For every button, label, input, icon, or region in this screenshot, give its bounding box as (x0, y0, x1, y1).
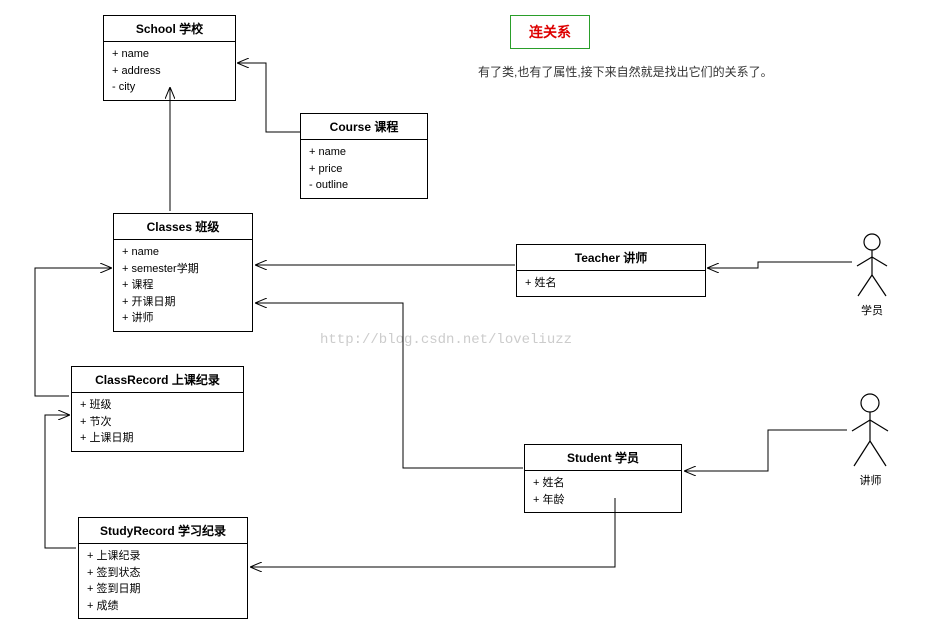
uml-class-teacher-body: + 姓名 (517, 271, 705, 296)
uml-attr: + 姓名 (525, 275, 697, 292)
uml-attr: + price (309, 161, 419, 178)
uml-attr: + 成绩 (87, 598, 239, 615)
uml-class-student-body: + 姓名 + 年龄 (525, 471, 681, 512)
actor-student: 学员 (853, 233, 891, 318)
stick-figure-icon (853, 233, 891, 298)
uml-attr: + 班级 (80, 397, 235, 414)
uml-attr: + 上课日期 (80, 430, 235, 447)
uml-class-studyrecord-body: + 上课纪录 + 签到状态 + 签到日期 + 成绩 (79, 544, 247, 618)
uml-attr: + address (112, 63, 227, 80)
uml-attr: + name (309, 144, 419, 161)
uml-attr: + semester学期 (122, 261, 244, 278)
actor-student-label: 学员 (861, 302, 883, 318)
uml-class-school-body: + name + address - city (104, 42, 235, 100)
uml-class-student-header: Student 学员 (525, 445, 681, 471)
description-text: 有了类,也有了属性,接下来自然就是找出它们的关系了。 (478, 63, 773, 80)
uml-class-studyrecord-header: StudyRecord 学习纪录 (79, 518, 247, 544)
uml-attr: + 年龄 (533, 492, 673, 509)
uml-class-course-header: Course 课程 (301, 114, 427, 140)
uml-attr: + 开课日期 (122, 294, 244, 311)
uml-class-classes: Classes 班级 + name + semester学期 + 课程 + 开课… (113, 213, 253, 332)
title-text: 连关系 (529, 24, 571, 40)
watermark-text: http://blog.csdn.net/loveliuzz (320, 332, 572, 348)
uml-class-studyrecord: StudyRecord 学习纪录 + 上课纪录 + 签到状态 + 签到日期 + … (78, 517, 248, 619)
uml-class-school: School 学校 + name + address - city (103, 15, 236, 101)
uml-attr: + 上课纪录 (87, 548, 239, 565)
title-box: 连关系 (510, 15, 590, 49)
uml-class-classes-header: Classes 班级 (114, 214, 252, 240)
uml-attr: + 课程 (122, 277, 244, 294)
uml-class-classes-body: + name + semester学期 + 课程 + 开课日期 + 讲师 (114, 240, 252, 331)
stick-figure-icon (848, 393, 893, 468)
uml-class-classrecord: ClassRecord 上课纪录 + 班级 + 节次 + 上课日期 (71, 366, 244, 452)
uml-attr: + 签到日期 (87, 581, 239, 598)
uml-class-course: Course 课程 + name + price - outline (300, 113, 428, 199)
uml-class-classrecord-header: ClassRecord 上课纪录 (72, 367, 243, 393)
uml-attr: + 签到状态 (87, 565, 239, 582)
uml-attr: + 姓名 (533, 475, 673, 492)
uml-class-teacher: Teacher 讲师 + 姓名 (516, 244, 706, 297)
uml-class-course-body: + name + price - outline (301, 140, 427, 198)
uml-attr: - city (112, 79, 227, 96)
uml-attr: - outline (309, 177, 419, 194)
uml-attr: + 节次 (80, 414, 235, 431)
uml-class-teacher-header: Teacher 讲师 (517, 245, 705, 271)
uml-class-school-header: School 学校 (104, 16, 235, 42)
uml-attr: + 讲师 (122, 310, 244, 327)
uml-class-classrecord-body: + 班级 + 节次 + 上课日期 (72, 393, 243, 451)
actor-teacher-label: 讲师 (860, 472, 882, 488)
actor-teacher: 讲师 (848, 393, 893, 488)
uml-attr: + name (122, 244, 244, 261)
uml-attr: + name (112, 46, 227, 63)
uml-class-student: Student 学员 + 姓名 + 年龄 (524, 444, 682, 513)
